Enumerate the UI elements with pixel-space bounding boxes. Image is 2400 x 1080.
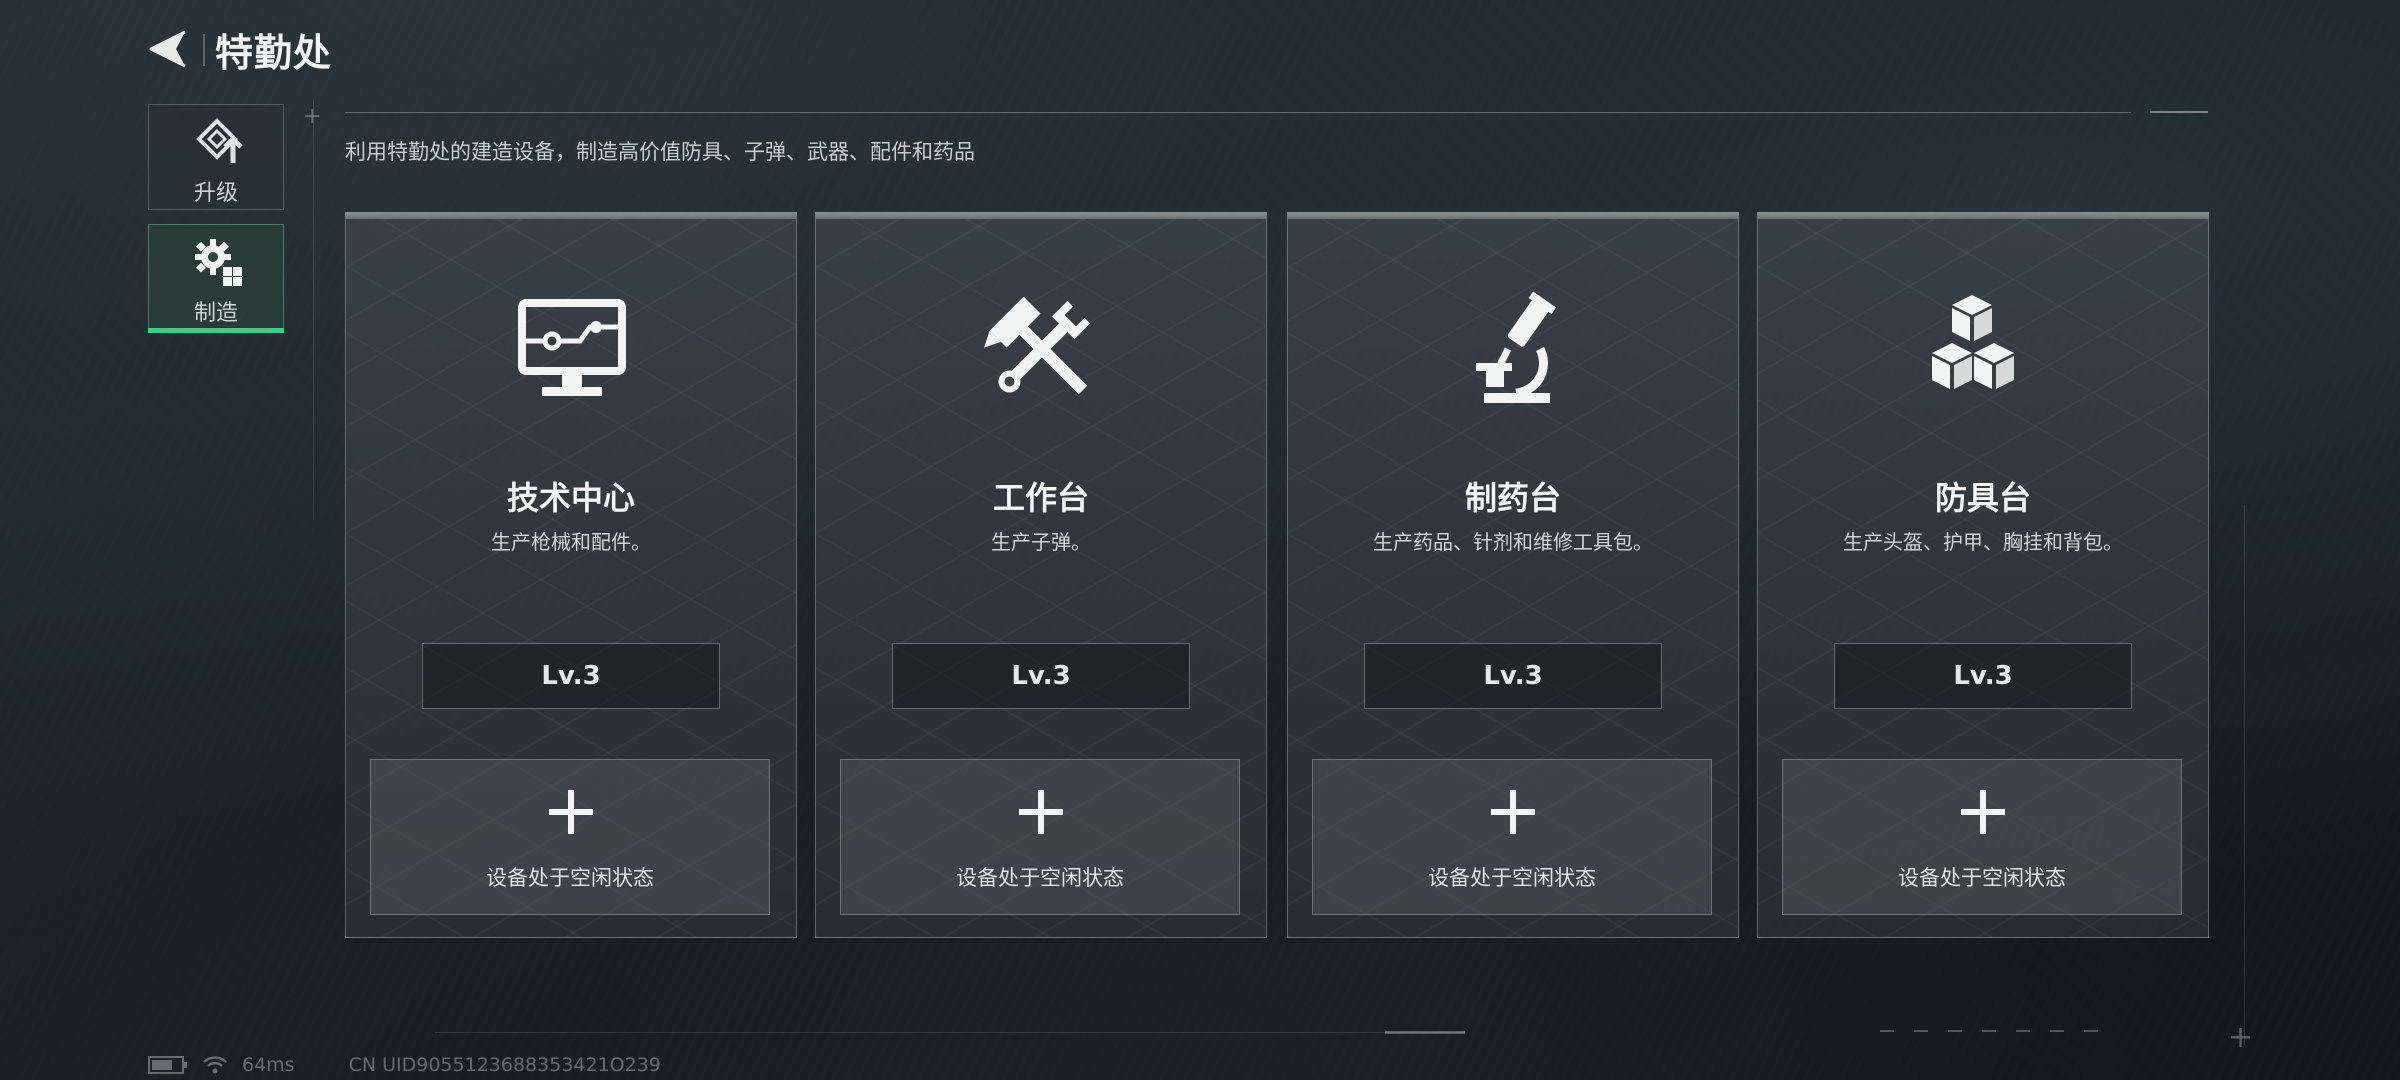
cubes-icon: [1932, 295, 2014, 389]
card-title: 工作台: [992, 479, 1089, 517]
uid-text: CN UID9055123688353421O239: [348, 1054, 661, 1076]
upgrade-icon: [196, 118, 243, 163]
craft-slot-button[interactable]: 设备处于空闲状态: [370, 759, 770, 915]
frame-line-left: [313, 100, 314, 520]
card-armor-bench[interactable]: 防具台 生产头盔、护甲、胸挂和背包。 Lv.3 设备处于空闲状态: [1757, 212, 2209, 938]
status-bar: 64ms CN UID9055123688353421O239: [148, 1054, 661, 1076]
slot-status-text: 设备处于空闲状态: [956, 866, 1124, 890]
wifi-icon: [203, 1056, 227, 1074]
card-title: 防具台: [1934, 479, 2031, 517]
page-subtitle: 利用特勤处的建造设备，制造高价值防具、子弹、武器、配件和药品: [345, 140, 975, 164]
card-pharmacy[interactable]: 制药台 生产药品、针剂和维修工具包。 Lv.3 设备处于空闲状态: [1287, 212, 1739, 938]
back-button[interactable]: [145, 26, 191, 72]
tab-craft-label: 制造: [193, 301, 238, 326]
hammer-wrench-icon: [984, 296, 1091, 395]
frame-line-right: [2244, 505, 2245, 1045]
level-badge: Lv.3: [1834, 643, 2132, 709]
level-badge: Lv.3: [422, 643, 720, 709]
level-badge: Lv.3: [1364, 643, 1662, 709]
battery-icon: [148, 1056, 187, 1074]
tab-upgrade[interactable]: 升级: [148, 104, 284, 210]
microscope-icon: [1476, 291, 1557, 403]
frame-cross-icon: +: [2228, 1020, 2254, 1055]
craft-slot-button[interactable]: 设备处于空闲状态: [1782, 759, 2182, 915]
level-badge: Lv.3: [892, 643, 1190, 709]
slot-status-text: 设备处于空闲状态: [1428, 866, 1596, 890]
card-description: 生产子弹。: [991, 530, 1091, 554]
card-title: 制药台: [1464, 479, 1561, 517]
plus-icon: [1961, 790, 2005, 834]
craft-slot-button[interactable]: 设备处于空闲状态: [840, 759, 1240, 915]
card-description: 生产药品、针剂和维修工具包。: [1373, 530, 1653, 554]
frame-line-top: [345, 112, 2131, 113]
card-description: 生产枪械和配件。: [491, 530, 651, 554]
plus-icon: [1019, 790, 1063, 834]
computer-circuit-icon: [518, 299, 626, 396]
frame-line-top-accent: [2150, 111, 2208, 113]
back-arrow-icon: [149, 30, 186, 68]
frame-cross-icon: +: [303, 104, 322, 129]
frame-line-bottom: [435, 1032, 1465, 1033]
card-description: 生产头盔、护甲、胸挂和背包。: [1843, 530, 2123, 554]
tab-craft[interactable]: 制造: [148, 224, 284, 333]
header-divider: [203, 34, 205, 66]
frame-dashes-bottom: [1880, 1030, 2100, 1032]
frame-line-bottom-accent: [1385, 1031, 1465, 1034]
plus-icon: [1491, 790, 1535, 834]
slot-status-text: 设备处于空闲状态: [1898, 866, 2066, 890]
tab-upgrade-label: 升级: [193, 181, 238, 206]
ping-text: 64ms: [242, 1054, 295, 1076]
page-title: 特勤处: [215, 31, 333, 75]
slot-status-text: 设备处于空闲状态: [486, 866, 654, 890]
card-title: 技术中心: [506, 479, 635, 517]
gear-blocks-icon: [195, 239, 242, 286]
card-workbench[interactable]: 工作台 生产子弹。 Lv.3 设备处于空闲状态: [815, 212, 1267, 938]
card-tech-center[interactable]: 技术中心 生产枪械和配件。 Lv.3 设备处于空闲状态: [345, 212, 797, 938]
craft-slot-button[interactable]: 设备处于空闲状态: [1312, 759, 1712, 915]
plus-icon: [549, 790, 593, 834]
